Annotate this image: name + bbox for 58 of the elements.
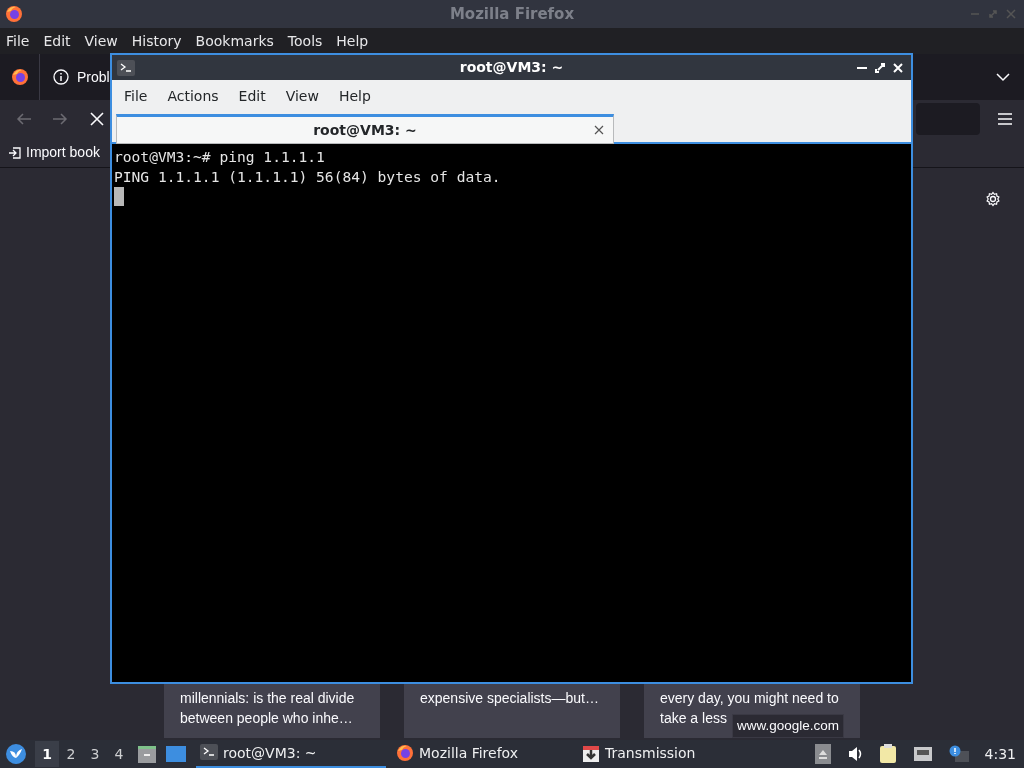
download-icon (582, 744, 600, 762)
card-text: every day, you might need to (660, 689, 839, 708)
terminal-icon (200, 744, 218, 762)
terminal-tab[interactable]: root@VM3: ~ (116, 114, 614, 144)
clipboard-icon[interactable] (878, 744, 897, 764)
menu-item[interactable]: Tools (287, 30, 323, 52)
menu-item[interactable]: File (6, 30, 30, 52)
text-cursor (114, 187, 124, 206)
forward-icon[interactable] (52, 112, 68, 126)
article-card[interactable]: expensive specialists—but… (404, 682, 620, 738)
back-icon[interactable] (16, 112, 32, 126)
card-text: millennials: is the real divide (180, 689, 355, 708)
terminal-line: PING 1.1.1.1 (1.1.1.1) 56(84) bytes of data. (114, 167, 502, 187)
menu-item[interactable]: File (116, 85, 156, 107)
desktop-icon[interactable] (166, 745, 186, 763)
window-title: root@VM3: ~ (459, 58, 564, 77)
close-icon[interactable] (594, 125, 604, 135)
volume-icon[interactable] (846, 746, 863, 762)
import-icon (8, 145, 22, 160)
settings-icon[interactable] (985, 191, 1001, 207)
card-text: expensive specialists—but… (420, 689, 599, 708)
file-cabinet-icon[interactable] (137, 744, 157, 764)
menu-item[interactable]: View (277, 85, 327, 107)
menu-icon[interactable] (998, 113, 1012, 125)
terminal-icon (117, 59, 135, 76)
menu-item[interactable]: Edit (230, 85, 274, 107)
info-icon (53, 69, 69, 85)
notification-icon[interactable] (948, 745, 969, 763)
tooltip: www.google.com (732, 714, 845, 739)
menu-item[interactable]: View (84, 30, 118, 52)
bookmark-item[interactable]: Import book (8, 142, 100, 163)
network-icon[interactable] (912, 746, 933, 762)
menu-item[interactable]: History (131, 30, 182, 52)
taskbar-task[interactable]: Transmission (578, 740, 728, 768)
menu-item[interactable]: Actions (159, 85, 227, 107)
stop-icon[interactable] (90, 112, 104, 126)
chevron-down-icon[interactable] (996, 72, 1010, 82)
firefox-logo-icon (396, 744, 414, 762)
menu-item[interactable]: Help (330, 85, 379, 107)
article-card[interactable]: millennials: is the real divide between people who inhe… (164, 682, 380, 738)
menu-item[interactable]: Bookmarks (195, 30, 274, 52)
card-text: take a less (660, 709, 727, 728)
eject-icon[interactable] (814, 744, 831, 764)
workspace-button[interactable]: 4 (107, 741, 131, 767)
workspace-button[interactable]: 3 (83, 741, 107, 767)
menu-item[interactable]: Help (336, 30, 369, 52)
start-menu-icon[interactable] (5, 743, 27, 765)
clock: 4:31 (984, 744, 1016, 764)
firefox-logo-icon[interactable] (11, 68, 29, 86)
menu-item[interactable]: Edit (43, 30, 71, 52)
workspace-button[interactable]: 2 (59, 741, 83, 767)
firefox-logo-icon (5, 5, 23, 23)
taskbar-task[interactable]: root@VM3: ~ (196, 740, 386, 768)
window-title: Mozilla Firefox (449, 3, 575, 25)
taskbar-task[interactable]: Mozilla Firefox (392, 740, 570, 768)
terminal-line: root@VM3:~# ping 1.1.1.1 (114, 147, 326, 167)
card-text: between people who inhe… (180, 709, 353, 728)
workspace-button[interactable]: 1 (35, 741, 59, 767)
